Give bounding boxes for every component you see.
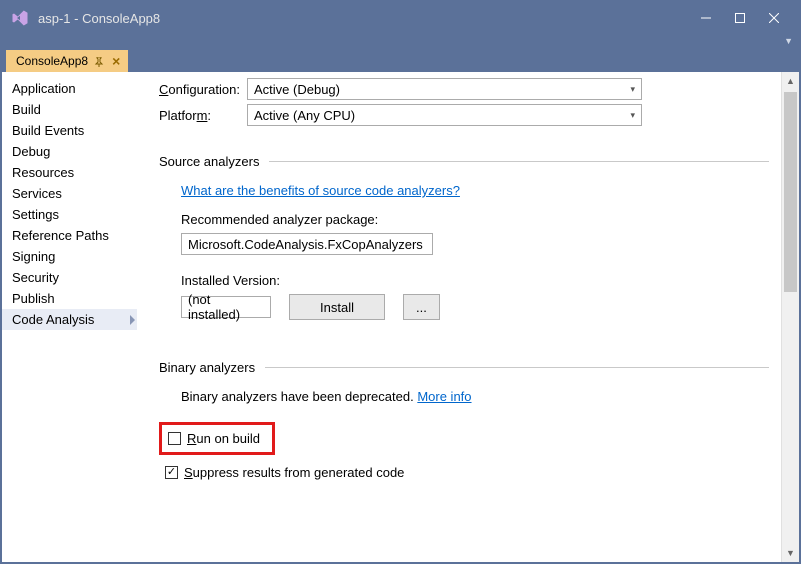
run-on-build-label: Run on build xyxy=(187,431,260,446)
platform-dropdown[interactable]: Active (Any CPU) ▾ xyxy=(247,104,642,126)
minimize-button[interactable] xyxy=(689,5,723,31)
sidebar-item-publish[interactable]: Publish xyxy=(2,288,137,309)
suppress-results-checkbox[interactable] xyxy=(165,466,178,479)
sidebar-item-services[interactable]: Services xyxy=(2,183,137,204)
scroll-up-icon[interactable]: ▲ xyxy=(782,72,799,90)
run-on-build-checkbox[interactable] xyxy=(168,432,181,445)
scroll-thumb[interactable] xyxy=(784,92,797,292)
tab-strip: ConsoleApp8 × xyxy=(2,48,799,72)
platform-label: Platform: xyxy=(159,108,247,123)
sidebar-item-build-events[interactable]: Build Events xyxy=(2,120,137,141)
scroll-down-icon[interactable]: ▼ xyxy=(782,544,799,562)
tab-close-icon[interactable]: × xyxy=(110,53,122,69)
sidebar-item-settings[interactable]: Settings xyxy=(2,204,137,225)
vertical-scrollbar[interactable]: ▲ ▼ xyxy=(781,72,799,562)
vs-logo-icon xyxy=(10,8,30,28)
close-button[interactable] xyxy=(757,5,791,31)
sidebar-item-signing[interactable]: Signing xyxy=(2,246,137,267)
window-title: asp-1 - ConsoleApp8 xyxy=(38,11,689,26)
sidebar-item-build[interactable]: Build xyxy=(2,99,137,120)
chevron-down-icon: ▾ xyxy=(630,84,635,95)
highlight-box: Run on build xyxy=(159,422,275,455)
configuration-label: Configuration: xyxy=(159,82,247,97)
sidebar-item-code-analysis[interactable]: Code Analysis xyxy=(2,309,137,330)
installed-version-input[interactable]: (not installed) xyxy=(181,296,271,318)
sidebar-item-security[interactable]: Security xyxy=(2,267,137,288)
document-tab[interactable]: ConsoleApp8 × xyxy=(6,50,128,72)
more-options-button[interactable]: ... xyxy=(403,294,440,320)
title-bar: asp-1 - ConsoleApp8 xyxy=(2,2,799,34)
menu-bar: ▼ xyxy=(2,34,799,48)
main-content: Configuration: Active (Debug) ▾ Platform… xyxy=(137,72,781,562)
sidebar: Application Build Build Events Debug Res… xyxy=(2,72,137,562)
binary-analyzers-header: Binary analyzers xyxy=(159,360,769,375)
deprecated-message: Binary analyzers have been deprecated. M… xyxy=(181,389,769,404)
recommended-package-input[interactable]: Microsoft.CodeAnalysis.FxCopAnalyzers xyxy=(181,233,433,255)
install-button[interactable]: Install xyxy=(289,294,385,320)
sidebar-item-resources[interactable]: Resources xyxy=(2,162,137,183)
pin-icon[interactable] xyxy=(94,56,104,66)
tab-label: ConsoleApp8 xyxy=(16,54,88,68)
maximize-button[interactable] xyxy=(723,5,757,31)
suppress-results-label: Suppress results from generated code xyxy=(184,465,404,480)
chevron-down-icon[interactable]: ▼ xyxy=(784,36,793,46)
sidebar-item-reference-paths[interactable]: Reference Paths xyxy=(2,225,137,246)
installed-version-label: Installed Version: xyxy=(181,273,769,288)
recommended-label: Recommended analyzer package: xyxy=(181,212,769,227)
configuration-dropdown[interactable]: Active (Debug) ▾ xyxy=(247,78,642,100)
chevron-down-icon: ▾ xyxy=(630,110,635,121)
sidebar-item-debug[interactable]: Debug xyxy=(2,141,137,162)
source-analyzers-header: Source analyzers xyxy=(159,154,769,169)
sidebar-item-application[interactable]: Application xyxy=(2,78,137,99)
benefits-link[interactable]: What are the benefits of source code ana… xyxy=(181,183,460,198)
more-info-link[interactable]: More info xyxy=(417,389,471,404)
